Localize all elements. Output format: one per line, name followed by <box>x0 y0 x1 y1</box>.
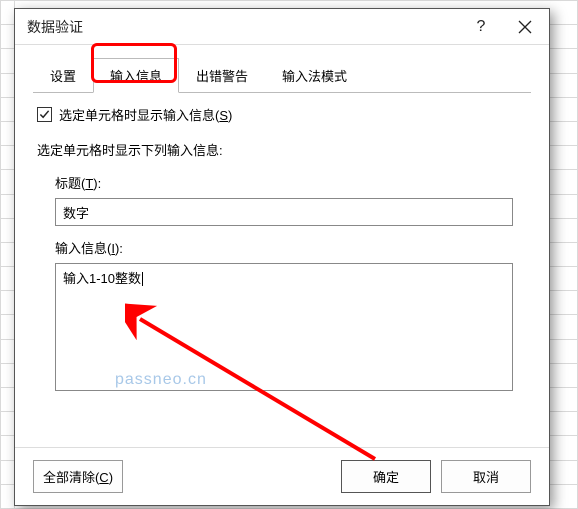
dialog-body: 设置 输入信息 出错警告 输入法模式 选定单元格时显示输入信息(S) 选定单元格… <box>15 45 549 447</box>
title-field-label: 标题(T): <box>55 173 531 192</box>
tab-bar: 设置 输入信息 出错警告 输入法模式 <box>33 57 531 93</box>
section-label: 选定单元格时显示下列输入信息: <box>37 140 531 159</box>
close-button[interactable] <box>503 12 547 42</box>
ok-button[interactable]: 确定 <box>341 460 431 493</box>
dialog-titlebar: 数据验证 ? <box>15 9 549 45</box>
show-input-message-label: 选定单元格时显示输入信息(S) <box>59 105 232 124</box>
help-button[interactable]: ? <box>459 12 503 42</box>
help-icon: ? <box>477 18 486 36</box>
checkbox-icon <box>37 107 52 122</box>
dialog-footer: 全部清除(C) 确定 取消 <box>15 447 549 505</box>
tab-settings[interactable]: 设置 <box>33 58 93 93</box>
message-textarea[interactable]: 输入1-10整数 <box>55 263 513 391</box>
dialog-title: 数据验证 <box>27 17 459 37</box>
show-input-message-checkbox-row[interactable]: 选定单元格时显示输入信息(S) <box>37 105 531 124</box>
tab-ime-mode[interactable]: 输入法模式 <box>265 58 364 93</box>
tab-input-message[interactable]: 输入信息 <box>93 58 179 93</box>
tab-error-alert[interactable]: 出错警告 <box>179 58 265 93</box>
message-field-label: 输入信息(I): <box>55 238 531 257</box>
cancel-button[interactable]: 取消 <box>441 460 531 493</box>
data-validation-dialog: 数据验证 ? 设置 输入信息 出错警告 输入法模式 选定单元格时显示输入信息(S… <box>14 8 550 506</box>
close-icon <box>518 20 532 34</box>
clear-all-button[interactable]: 全部清除(C) <box>33 460 123 493</box>
title-input[interactable] <box>55 198 513 226</box>
